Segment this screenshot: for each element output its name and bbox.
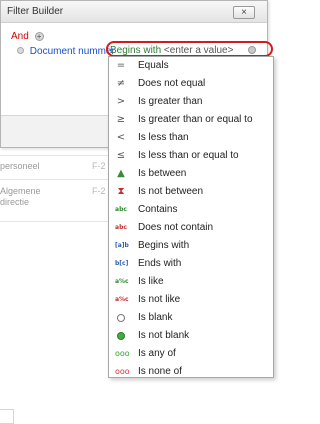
menu-item-label: Does not equal (138, 78, 206, 89)
menu-item-blank[interactable]: Is blank (109, 309, 273, 327)
table-row: Algemene directie F-2 (0, 186, 112, 208)
not-contain-icon: abc (115, 224, 127, 231)
menu-item-label: Is none of (138, 366, 182, 377)
menu-item-equals[interactable]: = Equals (109, 57, 273, 75)
menu-item-label: Is greater than or equal to (138, 114, 253, 125)
menu-item-label: Is less than or equal to (138, 150, 239, 161)
remove-condition-icon[interactable] (17, 47, 24, 54)
menu-item-label: Equals (138, 60, 169, 71)
close-icon: × (241, 7, 247, 18)
between-icon: ▲ (117, 168, 125, 179)
like-icon: a%c (115, 278, 129, 285)
menu-item-not-like[interactable]: a%c Is not like (109, 291, 273, 309)
close-button[interactable]: × (233, 6, 255, 19)
less-equal-icon: ≤ (116, 150, 126, 161)
row-code: F-2 (92, 186, 106, 196)
menu-item-label: Does not contain (138, 222, 214, 233)
menu-item-label: Contains (138, 204, 178, 215)
not-blank-icon (115, 330, 127, 342)
menu-item-like[interactable]: a%c Is like (109, 273, 273, 291)
begins-with-icon: [a]b (115, 242, 129, 249)
menu-item-less-equal[interactable]: ≤ Is less than or equal to (109, 147, 273, 165)
menu-item-label: Begins with (138, 240, 190, 251)
pager-box[interactable] (0, 409, 14, 424)
menu-item-not-between[interactable]: ⧗ Is not between (109, 183, 273, 201)
menu-item-not-blank[interactable]: Is not blank (109, 327, 273, 345)
menu-item-label: Is blank (138, 312, 173, 323)
condition-field[interactable]: Document nummer (30, 46, 115, 57)
not-like-icon: a%c (115, 296, 129, 303)
group-operator[interactable]: And (11, 31, 29, 42)
operator-menu: = Equals ≠ Does not equal > Is greater t… (108, 56, 274, 378)
menu-item-greater-equal[interactable]: ≥ Is greater than or equal to (109, 111, 273, 129)
menu-item-does-not-contain[interactable]: abc Does not contain (109, 219, 273, 237)
group-operator-row: And + (11, 31, 44, 42)
menu-item-less-than[interactable]: < Is less than (109, 129, 273, 147)
add-condition-icon[interactable]: + (34, 32, 44, 41)
row-divider (0, 179, 112, 180)
contains-icon: abc (115, 206, 127, 213)
menu-item-label: Is not like (138, 294, 181, 305)
dialog-titlebar[interactable]: Filter Builder × (1, 1, 267, 23)
blank-icon (115, 312, 127, 324)
highlight-ring (106, 41, 273, 57)
row-label-2: directie (0, 197, 30, 207)
menu-item-ends-with[interactable]: b[c] Ends with (109, 255, 273, 273)
menu-item-label: Is any of (138, 348, 176, 359)
table-row: personeel F-2 (0, 161, 112, 172)
none-of-icon: ooo (115, 367, 130, 376)
menu-item-label: Is not between (138, 186, 204, 197)
menu-item-any-of[interactable]: ooo Is any of (109, 345, 273, 363)
row-divider (0, 155, 112, 156)
greater-than-icon: > (116, 96, 126, 107)
menu-item-label: Is like (138, 276, 164, 287)
ends-with-icon: b[c] (115, 260, 129, 267)
menu-item-between[interactable]: ▲ Is between (109, 165, 273, 183)
dialog-title: Filter Builder (7, 6, 64, 17)
row-label: personeel (0, 161, 40, 171)
menu-item-does-not-equal[interactable]: ≠ Does not equal (109, 75, 273, 93)
row-divider (0, 221, 112, 222)
condition-row: Document nummer (17, 46, 115, 57)
menu-item-label: Ends with (138, 258, 182, 269)
menu-item-label: Is less than (138, 132, 189, 143)
menu-item-label: Is not blank (138, 330, 190, 341)
less-than-icon: < (116, 132, 126, 143)
row-code: F-2 (92, 161, 106, 171)
menu-item-contains[interactable]: abc Contains (109, 201, 273, 219)
menu-item-label: Is greater than (138, 96, 203, 107)
any-of-icon: ooo (115, 349, 130, 358)
not-between-icon: ⧗ (117, 186, 125, 197)
menu-item-label: Is between (138, 168, 187, 179)
not-equal-icon: ≠ (116, 78, 126, 89)
menu-item-none-of[interactable]: ooo Is none of (109, 363, 273, 381)
menu-item-begins-with[interactable]: [a]b Begins with (109, 237, 273, 255)
greater-equal-icon: ≥ (116, 114, 126, 125)
equals-icon: = (116, 60, 126, 71)
menu-item-greater-than[interactable]: > Is greater than (109, 93, 273, 111)
